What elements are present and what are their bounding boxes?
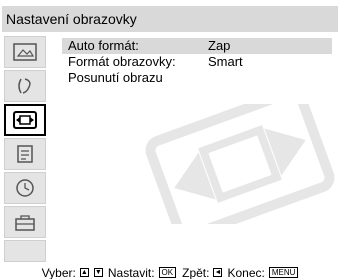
menu-item-label: Formát obrazovky: xyxy=(68,54,176,69)
menu-item-label: Auto formát: xyxy=(68,38,139,53)
tab-empty xyxy=(4,240,46,262)
menu-item-value: Smart xyxy=(208,54,243,69)
end-hint-label: Konec: xyxy=(227,265,265,279)
timer-icon xyxy=(16,179,34,197)
screen-format-icon xyxy=(13,111,37,129)
menu-content: Auto formát: Zap Formát obrazovky: Smart… xyxy=(50,34,338,264)
toolbox-icon xyxy=(15,215,35,231)
tab-toolbox[interactable] xyxy=(4,206,46,238)
tab-setup[interactable] xyxy=(4,138,46,170)
menu-sidebar xyxy=(2,34,48,264)
arrow-left-key-icon: ◄ xyxy=(213,268,223,277)
tab-timer[interactable] xyxy=(4,172,46,204)
menu-item-screen-format[interactable]: Formát obrazovky: Smart xyxy=(62,54,332,70)
setup-icon xyxy=(17,145,33,163)
tab-screen[interactable] xyxy=(4,104,46,136)
tab-picture[interactable] xyxy=(4,36,46,68)
menu-item-label: Posunutí obrazu xyxy=(68,70,163,85)
menu-item-value: Zap xyxy=(208,38,231,53)
page-title: Nastavení obrazovky xyxy=(2,6,338,32)
select-hint-label: Vyber: xyxy=(41,265,76,279)
screen-format-watermark-icon xyxy=(145,104,335,224)
menu-item-picture-shift[interactable]: Posunutí obrazu xyxy=(62,70,332,86)
ok-key: OK xyxy=(158,267,177,278)
set-hint-label: Nastavit: xyxy=(107,265,155,279)
menu-key: MENU xyxy=(268,267,299,278)
tv-screen: Nastavení obrazovky Auto formát: Zap For… xyxy=(0,0,342,279)
arrow-down-key-icon: ▼ xyxy=(93,268,103,277)
tab-sound[interactable] xyxy=(4,70,46,102)
menu-item-auto-format[interactable]: Auto formát: Zap xyxy=(62,38,332,54)
picture-icon xyxy=(13,43,37,61)
settings-menu: Nastavení obrazovky Auto formát: Zap For… xyxy=(0,0,342,266)
footer-hints: Vyber: ▲ ▼ Nastavit: OK Zpět: ◄ Konec: ME… xyxy=(0,266,342,279)
back-hint-label: Zpět: xyxy=(182,265,210,279)
sound-icon xyxy=(18,78,31,94)
arrow-up-key-icon: ▲ xyxy=(79,268,89,277)
